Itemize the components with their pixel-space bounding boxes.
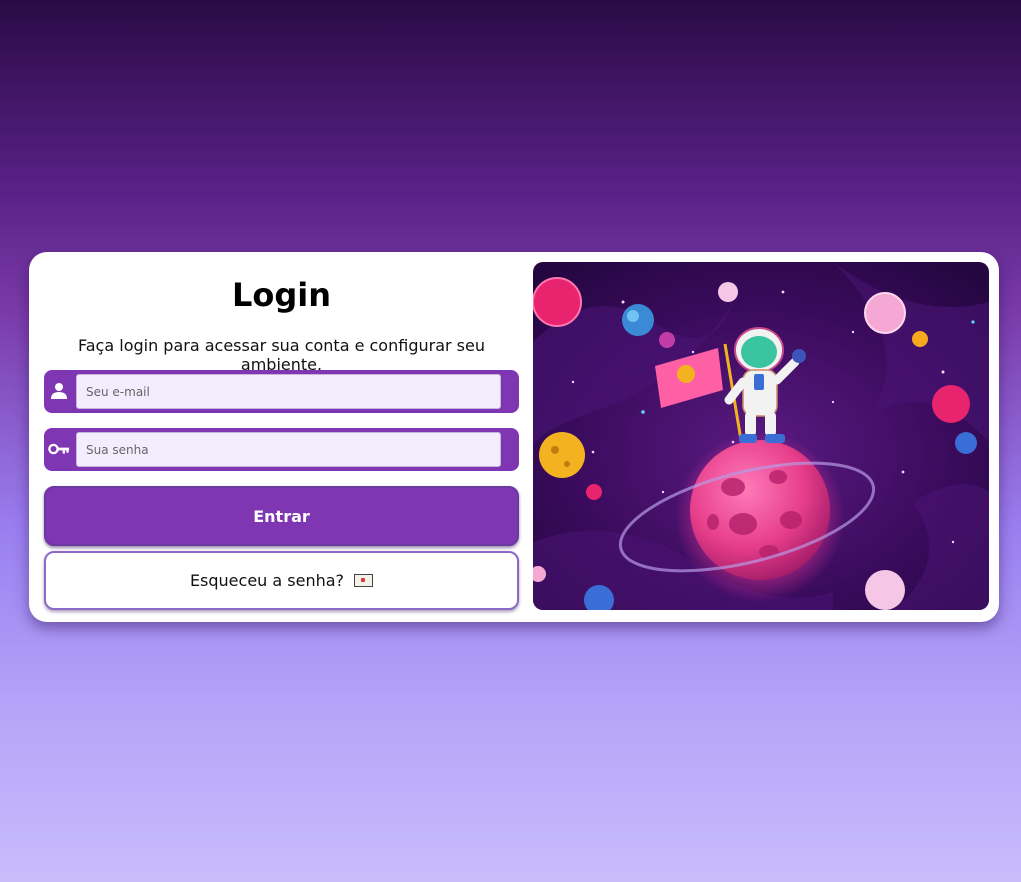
password-field-group [44, 428, 519, 471]
page-title: Login [231, 276, 332, 314]
astronaut-planet-illustration [533, 262, 989, 610]
login-card: Login Faça login para acessar sua conta … [29, 252, 999, 622]
password-input[interactable] [76, 432, 501, 467]
email-field-group [44, 370, 519, 413]
email-input[interactable] [76, 374, 501, 409]
key-icon [48, 436, 70, 462]
forgot-password-label: Esqueceu a senha? [189, 571, 345, 590]
forgot-password-button[interactable]: Esqueceu a senha? [44, 551, 519, 610]
envelope-icon [354, 574, 374, 587]
user-icon [48, 378, 70, 404]
login-form: Login Faça login para acessar sua conta … [44, 252, 519, 622]
login-button[interactable]: Entrar [44, 486, 519, 546]
login-subtitle: Faça login para acessar sua conta e conf… [78, 336, 485, 374]
login-button-label: Entrar [253, 506, 310, 526]
